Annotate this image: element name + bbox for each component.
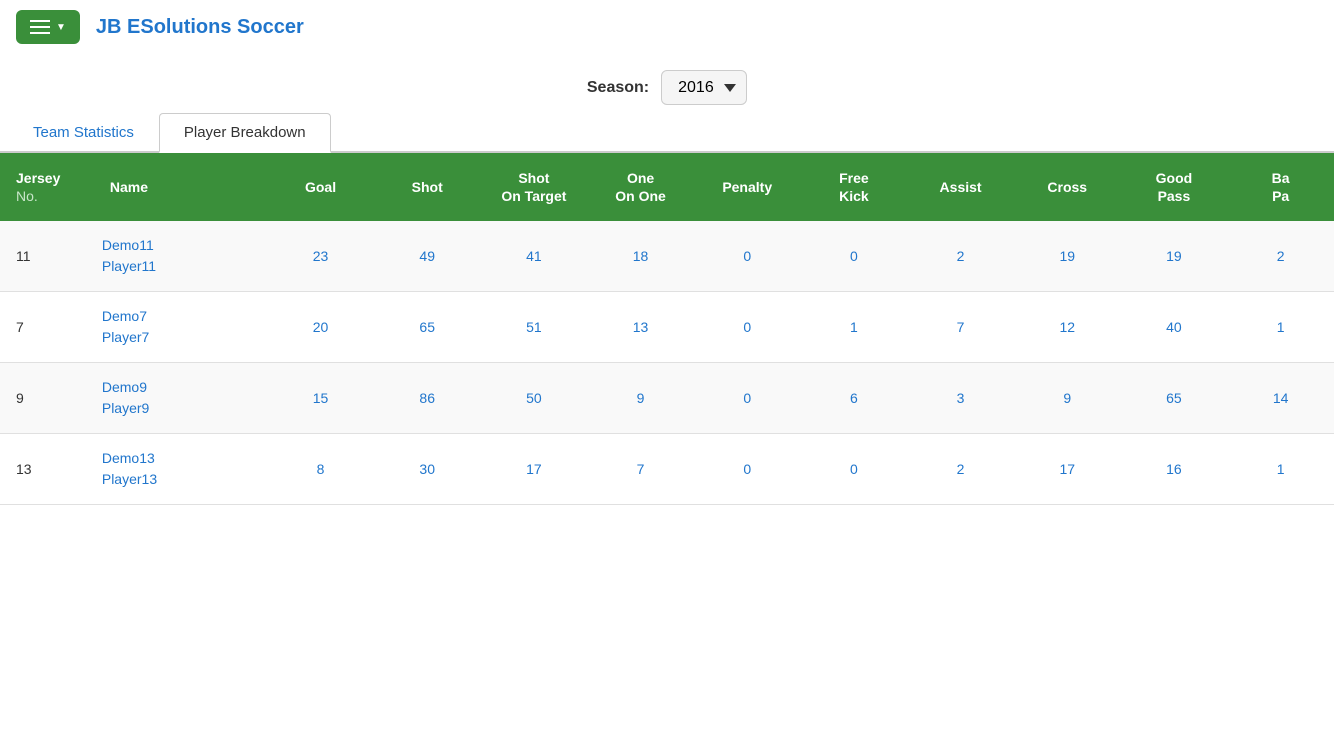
col-header-shot: Shot [374,153,481,221]
col-header-bad-pass: Ba Pa [1227,153,1334,221]
cell-penalty: 0 [694,363,801,434]
cell-good-pass: 65 [1121,363,1228,434]
cell-name: Demo9Player9 [94,363,267,434]
cell-free-kick: 6 [801,363,908,434]
col-header-shot-on-target: Shot On Target [481,153,588,221]
cell-free-kick: 0 [801,221,908,292]
cell-name: Demo11Player11 [94,221,267,292]
cell-shot-on-target: 51 [481,292,588,363]
cell-shot-on-target: 17 [481,434,588,505]
cell-goal: 15 [267,363,374,434]
col-header-good-pass: Good Pass [1121,153,1228,221]
cell-shot-on-target: 41 [481,221,588,292]
cell-bad-pass: 1 [1227,292,1334,363]
table-row: 9 Demo9Player9 15 86 50 9 0 6 3 9 65 14 [0,363,1334,434]
col-header-jersey: Jersey No. [0,153,94,221]
tab-player-breakdown[interactable]: Player Breakdown [159,113,331,153]
cell-name: Demo13Player13 [94,434,267,505]
season-label: Season: [587,79,649,97]
hamburger-icon [30,20,50,34]
stats-table: Jersey No. Name Goal Shot Shot On Target [0,153,1334,505]
table-row: 13 Demo13Player13 8 30 17 7 0 0 2 17 16 … [0,434,1334,505]
cell-one-on-one: 13 [587,292,694,363]
header: ▼ JB ESolutions Soccer [0,0,1334,54]
col-header-goal: Goal [267,153,374,221]
cell-assist: 2 [907,221,1014,292]
cell-jersey: 9 [0,363,94,434]
cell-shot-on-target: 50 [481,363,588,434]
table-row: 11 Demo11Player11 23 49 41 18 0 0 2 19 1… [0,221,1334,292]
menu-button[interactable]: ▼ [16,10,80,44]
cell-penalty: 0 [694,434,801,505]
col-header-free-kick: Free Kick [801,153,908,221]
cell-name: Demo7Player7 [94,292,267,363]
season-select[interactable]: 2016 2015 2014 2017 [661,70,747,105]
cell-shot: 65 [374,292,481,363]
cell-good-pass: 16 [1121,434,1228,505]
stats-table-wrapper: Jersey No. Name Goal Shot Shot On Target [0,153,1334,505]
col-header-one-on-one: One On One [587,153,694,221]
cell-cross: 17 [1014,434,1121,505]
cell-cross: 19 [1014,221,1121,292]
cell-free-kick: 1 [801,292,908,363]
cell-free-kick: 0 [801,434,908,505]
app-title: JB ESolutions Soccer [96,16,304,39]
dropdown-arrow-icon: ▼ [56,22,66,33]
season-row: Season: 2016 2015 2014 2017 [0,54,1334,113]
table-header-row: Jersey No. Name Goal Shot Shot On Target [0,153,1334,221]
cell-shot: 49 [374,221,481,292]
tab-team-statistics[interactable]: Team Statistics [8,113,159,151]
cell-one-on-one: 18 [587,221,694,292]
tabs-container: Team Statistics Player Breakdown [0,113,1334,153]
col-header-assist: Assist [907,153,1014,221]
cell-penalty: 0 [694,221,801,292]
cell-bad-pass: 14 [1227,363,1334,434]
cell-good-pass: 19 [1121,221,1228,292]
cell-assist: 3 [907,363,1014,434]
cell-goal: 23 [267,221,374,292]
table-row: 7 Demo7Player7 20 65 51 13 0 1 7 12 40 1 [0,292,1334,363]
cell-cross: 9 [1014,363,1121,434]
cell-bad-pass: 1 [1227,434,1334,505]
cell-assist: 7 [907,292,1014,363]
cell-shot: 30 [374,434,481,505]
cell-one-on-one: 9 [587,363,694,434]
cell-cross: 12 [1014,292,1121,363]
cell-goal: 20 [267,292,374,363]
cell-goal: 8 [267,434,374,505]
cell-assist: 2 [907,434,1014,505]
cell-jersey: 7 [0,292,94,363]
col-header-penalty: Penalty [694,153,801,221]
cell-one-on-one: 7 [587,434,694,505]
cell-bad-pass: 2 [1227,221,1334,292]
cell-penalty: 0 [694,292,801,363]
col-header-cross: Cross [1014,153,1121,221]
col-header-name: Name [94,153,267,221]
cell-shot: 86 [374,363,481,434]
cell-good-pass: 40 [1121,292,1228,363]
cell-jersey: 13 [0,434,94,505]
cell-jersey: 11 [0,221,94,292]
